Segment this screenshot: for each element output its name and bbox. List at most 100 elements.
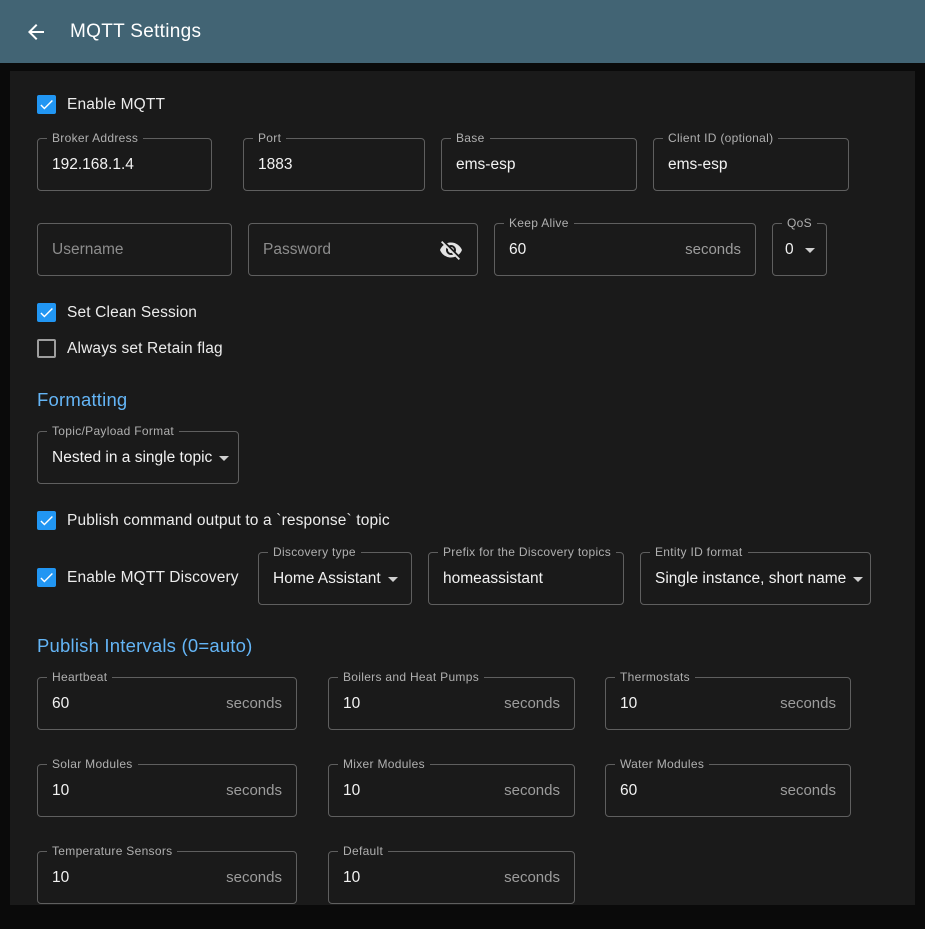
topic-format-select[interactable]: Topic/Payload Format Nested in a single … <box>37 431 239 484</box>
entity-id-format-value: Single instance, short name <box>655 570 846 588</box>
temperature-sensors-interval-field[interactable]: Temperature Sensors seconds <box>37 851 297 904</box>
interval-cell: Mixer Modules seconds <box>328 756 575 817</box>
default-label: Default <box>338 844 388 858</box>
seconds-suffix: seconds <box>772 782 836 799</box>
heartbeat-label: Heartbeat <box>47 670 112 684</box>
username-field[interactable] <box>37 223 232 276</box>
heartbeat-interval-field[interactable]: Heartbeat seconds <box>37 677 297 730</box>
seconds-suffix: seconds <box>218 869 282 886</box>
username-input[interactable] <box>52 241 217 259</box>
password-field[interactable] <box>248 223 478 276</box>
publish-intervals-grid: Heartbeat seconds Boilers and Heat Pumps… <box>37 669 888 905</box>
broker-address-label: Broker Address <box>47 131 143 145</box>
heartbeat-input[interactable] <box>52 695 218 713</box>
qos-select[interactable]: QoS 0 <box>772 223 827 276</box>
dropdown-arrow-icon <box>846 567 870 591</box>
discovery-type-select[interactable]: Discovery type Home Assistant <box>258 552 412 605</box>
base-label: Base <box>451 131 490 145</box>
back-arrow-icon[interactable] <box>24 20 48 44</box>
publish-response-checkbox[interactable]: Publish command output to a `response` t… <box>37 511 390 530</box>
discovery-type-value: Home Assistant <box>273 570 381 588</box>
water-input[interactable] <box>620 782 772 800</box>
mixer-label: Mixer Modules <box>338 757 430 771</box>
water-label: Water Modules <box>615 757 709 771</box>
base-field[interactable]: Base <box>441 138 637 191</box>
solar-interval-field[interactable]: Solar Modules seconds <box>37 764 297 817</box>
dropdown-arrow-icon <box>381 567 405 591</box>
thermostats-interval-field[interactable]: Thermostats seconds <box>605 677 851 730</box>
app-bar: MQTT Settings <box>0 0 925 63</box>
publish-intervals-heading: Publish Intervals (0=auto) <box>37 635 888 657</box>
client-id-label: Client ID (optional) <box>663 131 778 145</box>
broker-address-input[interactable] <box>52 156 197 174</box>
enable-discovery-checkbox[interactable]: Enable MQTT Discovery <box>37 568 258 587</box>
keep-alive-field[interactable]: Keep Alive seconds <box>494 223 756 276</box>
page-title: MQTT Settings <box>70 21 201 43</box>
dropdown-arrow-icon <box>798 238 822 262</box>
publish-response-label: Publish command output to a `response` t… <box>67 512 390 530</box>
enable-mqtt-label: Enable MQTT <box>67 96 165 114</box>
port-label: Port <box>253 131 286 145</box>
broker-settings-row: Broker Address Port Base Client ID (opti… <box>37 130 888 191</box>
keep-alive-input[interactable] <box>509 241 677 259</box>
entity-id-format-select[interactable]: Entity ID format Single instance, short … <box>640 552 871 605</box>
seconds-suffix: seconds <box>677 241 741 258</box>
topic-format-value: Nested in a single topic <box>52 449 212 467</box>
seconds-suffix: seconds <box>772 695 836 712</box>
qos-value: 0 <box>785 241 794 259</box>
visibility-off-icon[interactable] <box>439 238 463 262</box>
keep-alive-label: Keep Alive <box>504 216 574 230</box>
clean-session-checkbox[interactable]: Set Clean Session <box>37 303 197 322</box>
retain-flag-checkbox[interactable]: Always set Retain flag <box>37 339 223 358</box>
seconds-suffix: seconds <box>496 782 560 799</box>
checkbox-checked-icon <box>37 568 56 587</box>
enable-discovery-label: Enable MQTT Discovery <box>67 569 239 587</box>
clean-session-label: Set Clean Session <box>67 304 197 322</box>
qos-label: QoS <box>782 216 817 230</box>
client-id-input[interactable] <box>668 156 834 174</box>
default-interval-field[interactable]: Default seconds <box>328 851 575 904</box>
mixer-interval-field[interactable]: Mixer Modules seconds <box>328 764 575 817</box>
boilers-interval-field[interactable]: Boilers and Heat Pumps seconds <box>328 677 575 730</box>
seconds-suffix: seconds <box>218 782 282 799</box>
discovery-prefix-label: Prefix for the Discovery topics <box>438 545 616 559</box>
thermostats-input[interactable] <box>620 695 772 713</box>
water-interval-field[interactable]: Water Modules seconds <box>605 764 851 817</box>
interval-cell: Thermostats seconds <box>605 669 851 730</box>
retain-flag-label: Always set Retain flag <box>67 340 223 358</box>
discovery-prefix-field[interactable]: Prefix for the Discovery topics <box>428 552 624 605</box>
default-input[interactable] <box>343 869 496 887</box>
interval-cell: Heartbeat seconds <box>37 669 297 730</box>
solar-label: Solar Modules <box>47 757 138 771</box>
boilers-input[interactable] <box>343 695 496 713</box>
broker-address-field[interactable]: Broker Address <box>37 138 212 191</box>
topic-format-label: Topic/Payload Format <box>47 424 179 438</box>
settings-card: Enable MQTT Broker Address Port Base Cli… <box>10 71 915 905</box>
boilers-label: Boilers and Heat Pumps <box>338 670 484 684</box>
discovery-prefix-input[interactable] <box>443 570 609 588</box>
credentials-row: Keep Alive seconds QoS 0 <box>37 215 888 276</box>
password-input[interactable] <box>263 241 439 259</box>
port-input[interactable] <box>258 156 410 174</box>
temperature-sensors-label: Temperature Sensors <box>47 844 177 858</box>
enable-mqtt-checkbox[interactable]: Enable MQTT <box>37 95 165 114</box>
formatting-heading: Formatting <box>37 389 888 411</box>
client-id-field[interactable]: Client ID (optional) <box>653 138 849 191</box>
seconds-suffix: seconds <box>496 869 560 886</box>
interval-cell: Boilers and Heat Pumps seconds <box>328 669 575 730</box>
thermostats-label: Thermostats <box>615 670 695 684</box>
checkbox-checked-icon <box>37 95 56 114</box>
port-field[interactable]: Port <box>243 138 425 191</box>
dropdown-arrow-icon <box>212 446 236 470</box>
interval-cell: Solar Modules seconds <box>37 756 297 817</box>
discovery-type-label: Discovery type <box>268 545 361 559</box>
temperature-sensors-input[interactable] <box>52 869 218 887</box>
base-input[interactable] <box>456 156 622 174</box>
checkbox-unchecked-icon <box>37 339 56 358</box>
mixer-input[interactable] <box>343 782 496 800</box>
seconds-suffix: seconds <box>218 695 282 712</box>
seconds-suffix: seconds <box>496 695 560 712</box>
checkbox-checked-icon <box>37 511 56 530</box>
solar-input[interactable] <box>52 782 218 800</box>
interval-cell: Water Modules seconds <box>605 756 851 817</box>
